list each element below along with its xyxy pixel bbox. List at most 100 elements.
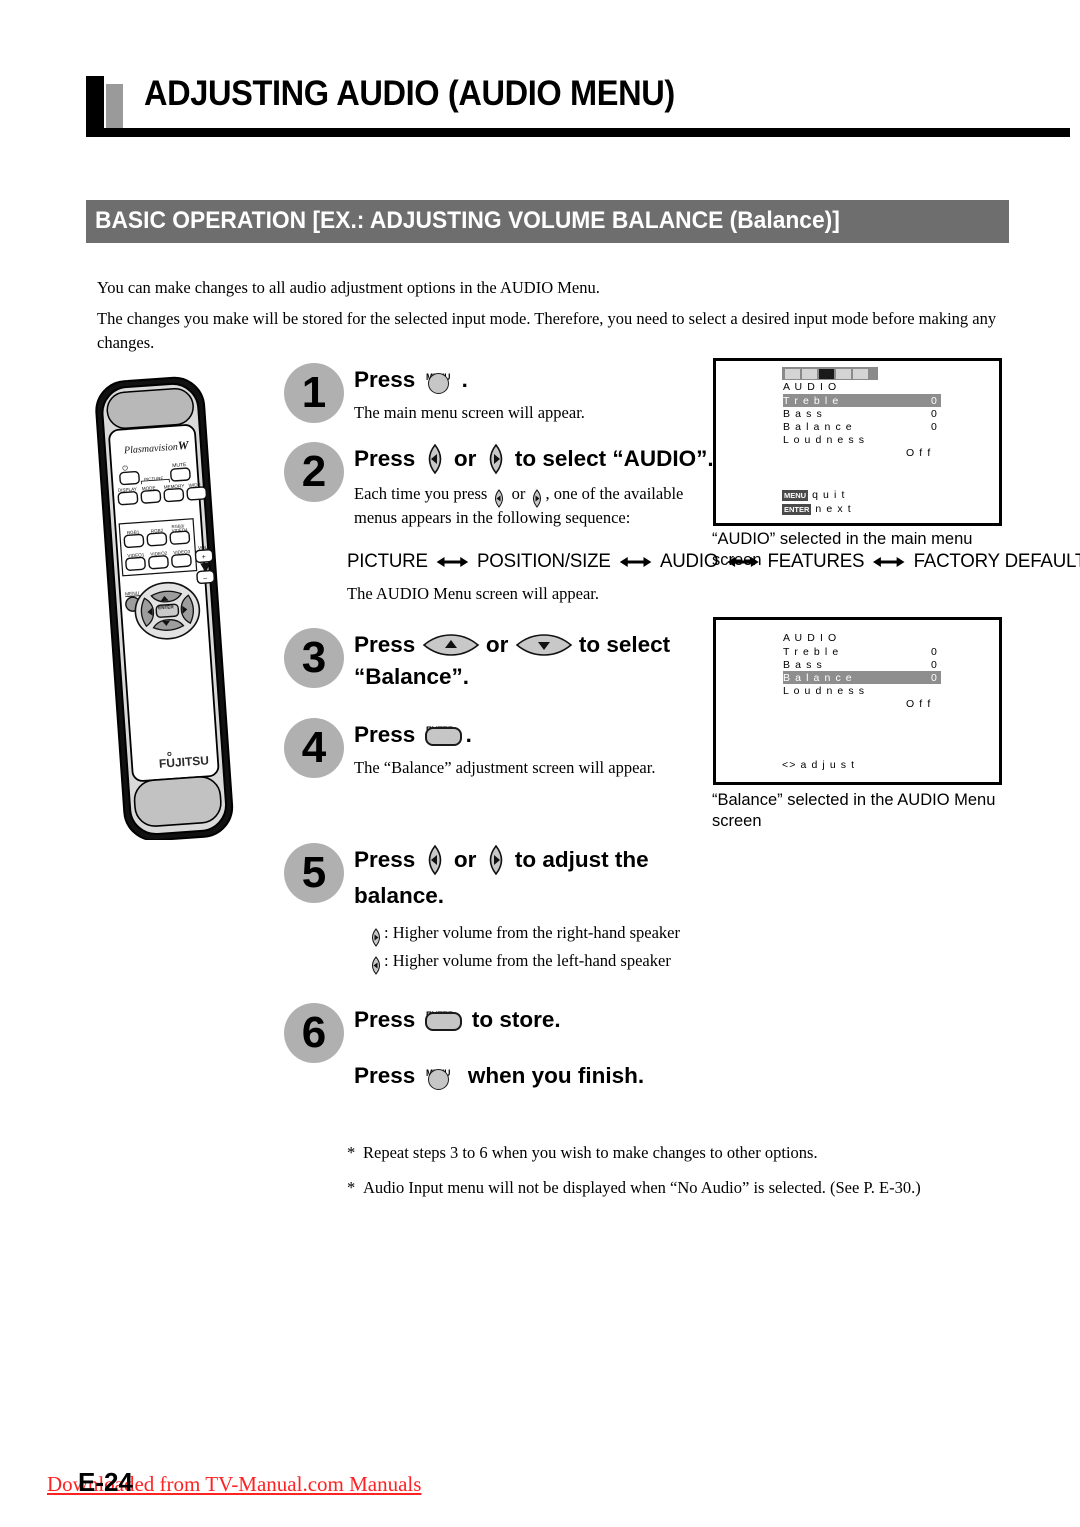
step-6-heading-2: Press MENU when you finish. [354,1059,744,1093]
osd-1-row-treble-label: T r e b l e [783,394,840,407]
step-6-heading: Press ENTER to store. [354,1003,744,1037]
step-5-note-right-text: : Higher volume from the right-hand spea… [384,923,680,942]
step-2-body-after: The AUDIO Menu screen will appear. [347,584,600,603]
factory-default-icon [853,368,868,379]
page-title: ADJUSTING AUDIO (AUDIO MENU) [144,74,675,113]
step-2-or-label: or [453,446,477,471]
enter-button-shape [424,1012,462,1031]
osd-2-caption: “Balance” selected in the AUDIO Menu scr… [712,791,996,830]
left-arrow-button-icon[interactable] [422,443,448,475]
svg-text:+: + [202,554,207,561]
menu-button-icon[interactable]: MENU [422,365,462,395]
osd-1-hint-next-text: n e x t [815,503,852,515]
osd-1-hint-quit: MENU q u i t [782,489,845,501]
step-6-number: 6 [284,1003,344,1063]
osd-2-hint-adjust: <> a d j u s t [782,759,855,771]
osd-1-row-bass-value: 0 [931,407,938,420]
step-4-period: . [465,722,472,747]
title-underline-rule [86,128,1070,137]
osd-1-hint-quit-chip: MENU [782,489,809,501]
audio-icon [819,368,834,379]
double-arrow-icon [435,555,470,569]
up-arrow-button-icon[interactable] [422,632,480,658]
left-arrow-small-icon [368,955,384,975]
intro-paragraph-1: You can make changes to all audio adjust… [97,278,600,297]
enter-button-shape [424,727,462,746]
step-5-or-label: or [453,847,477,872]
step-5-adjust-label: to adjust the [514,847,649,872]
step-2-body-line-1: , one of the available [545,484,684,503]
manual-page: ADJUSTING AUDIO (AUDIO MENU) BASIC OPERA… [0,0,1080,1527]
osd-2-title: A U D I O [783,632,838,644]
osd-1-hint-next-chip: ENTER [782,503,812,515]
menu-button-shape [427,373,449,394]
osd-2-row-balance: B a l a n c e 0 [783,671,941,684]
step-6-press-label: Press [354,1007,416,1032]
picture-icon [785,368,800,379]
right-arrow-button-icon[interactable] [483,443,509,475]
step-6-press2-label: Press [354,1063,416,1088]
menu-sequence-item-1: POSITION/SIZE [477,551,611,572]
right-arrow-small-icon [368,927,384,947]
step-1-body: The main menu screen will appear. [354,403,585,422]
step-3-or-label: or [485,632,509,657]
osd-2-row-bass-label: B a s s [783,658,823,671]
title-gray-bar-decoration [106,84,123,128]
step-5-heading-line2: balance. [354,883,445,908]
osd-2-row-balance-value: 0 [931,671,938,684]
step-5-note-left-text: : Higher volume from the left-hand speak… [384,951,671,970]
step-5-press-label: Press [354,847,416,872]
step-3-heading: Press or to select [354,628,704,662]
osd-1-caption: “AUDIO” selected in the main menu screen [712,530,973,569]
enter-button-icon[interactable]: ENTER [422,1004,466,1036]
footnote-1-star: * [347,1143,356,1162]
osd-2-hint-adjust-text: <> a d j u s t [782,759,856,771]
osd-1-row-treble-value: 0 [931,394,938,407]
footnote-1-text: Repeat steps 3 to 6 when you wish to mak… [363,1143,818,1162]
footnote-1: * Repeat steps 3 to 6 when you wish to m… [347,1141,921,1165]
osd-1-row-bass: B a s s 0 [783,407,941,420]
page-title-block: ADJUSTING AUDIO (AUDIO MENU) [86,74,1010,136]
enter-button-icon[interactable]: ENTER [422,719,466,751]
step-4-heading: Press ENTER . [354,718,704,752]
osd-2-row-loudness: L o u d n e s s [783,684,941,697]
right-arrow-button-icon[interactable] [483,844,509,876]
menu-button-shape [427,1069,449,1090]
step-2-body-pre: Each time you press [354,484,488,503]
footnotes: * Repeat steps 3 to 6 when you wish to m… [347,1141,921,1211]
step-4-body: The “Balance” adjustment screen will app… [354,758,656,777]
footnote-2-star: * [347,1178,356,1197]
right-arrow-small-icon [529,488,545,508]
left-arrow-button-icon[interactable] [422,844,448,876]
footnote-2-text: Audio Input menu will not be displayed w… [363,1178,921,1197]
step-3: 3 Press or to select “Balance”. [284,628,704,694]
osd-2-row-treble-value: 0 [931,645,938,658]
step-2-body-mid: or [511,484,526,503]
features-icon [836,368,851,379]
osd-2-row-bass: B a s s 0 [783,658,941,671]
section-banner-label: BASIC OPERATION [EX.: ADJUSTING VOLUME B… [95,207,840,234]
step-4-press-label: Press [354,722,416,747]
step-5-heading: Press or to adjust the [354,843,744,877]
step-4-number: 4 [284,718,344,778]
step-6-finish-label: when you finish. [467,1063,645,1088]
down-arrow-button-icon[interactable] [515,632,573,658]
osd-1-hint-quit-text: q u i t [812,489,846,501]
osd-2-row-treble-label: T r e b l e [783,645,840,658]
title-black-bar-decoration [86,76,104,128]
osd-2-row-bass-value: 0 [931,658,938,671]
svg-text:–: – [203,575,207,582]
osd-1-row-balance: B a l a n c e 0 [783,420,941,433]
menu-button-icon[interactable]: MENU [422,1061,462,1091]
step-3-select-label: to select [578,632,671,657]
osd-1-hint-next: ENTER n e x t [782,503,852,515]
osd-1-title: A U D I O [783,381,838,393]
svg-text:⏻: ⏻ [122,464,129,472]
osd-icon-row [782,367,878,380]
osd-screen-main-menu: A U D I O T r e b l e 0 B a s s 0 B a l … [713,358,1002,526]
step-1-heading: Press MENU . [354,363,704,397]
osd-1-row-treble: T r e b l e 0 [783,394,941,407]
step-2-number: 2 [284,442,344,502]
step-3-heading-line2: “Balance”. [354,664,470,689]
osd-2-row-loudness-label: L o u d n e s s [783,684,866,697]
